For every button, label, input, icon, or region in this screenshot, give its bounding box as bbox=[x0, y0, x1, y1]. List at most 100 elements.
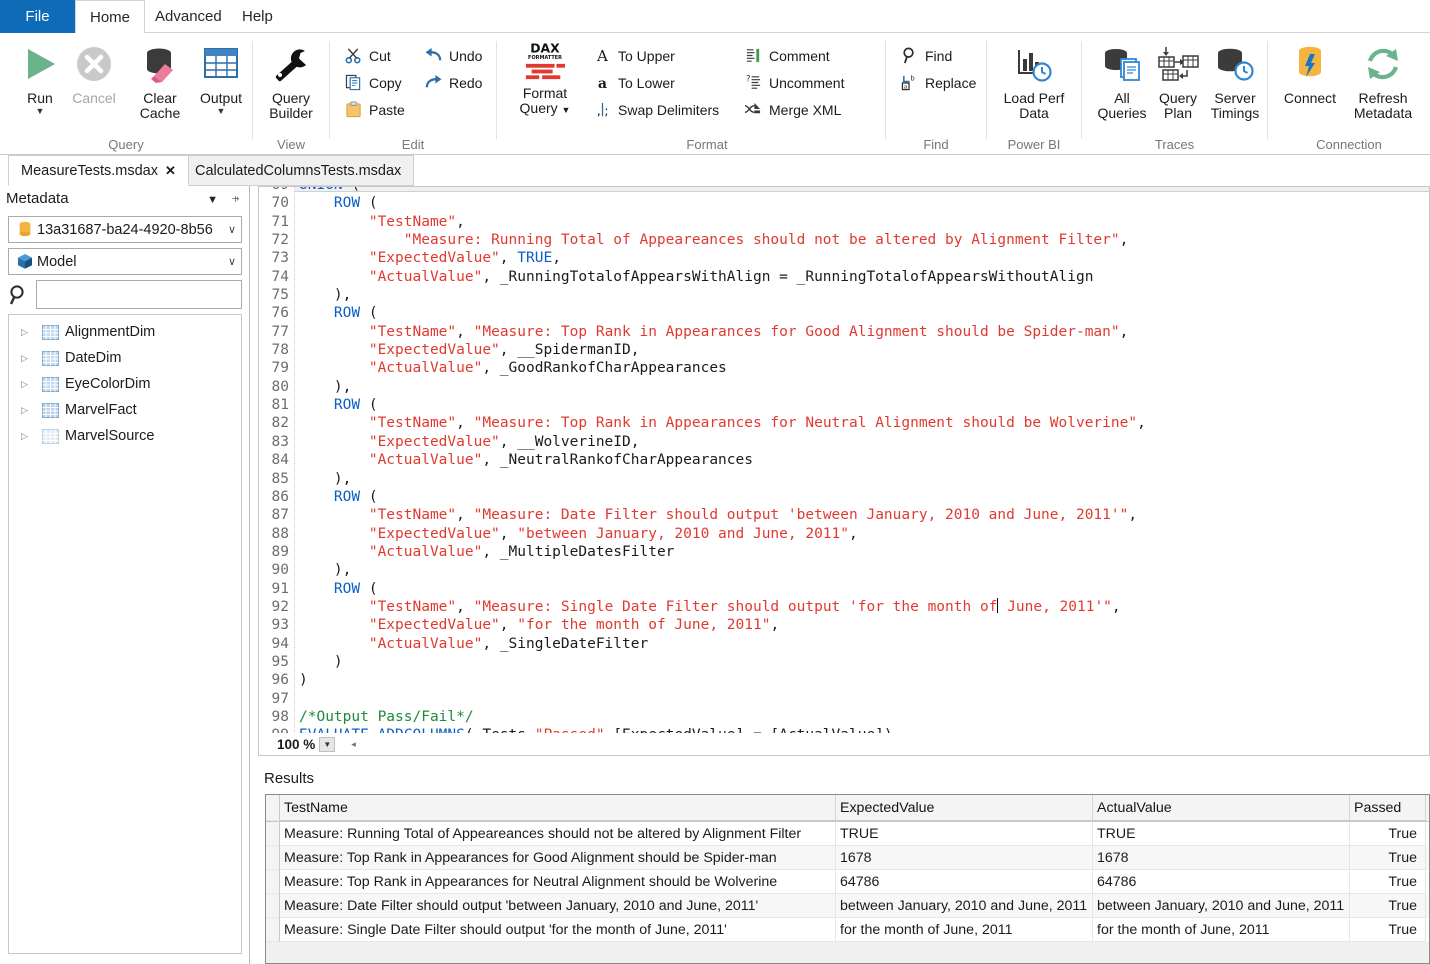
column-header-testname[interactable]: TestName bbox=[280, 795, 836, 821]
tree-item-marvelsource[interactable]: ▷ MarvelSource bbox=[9, 423, 241, 449]
row-header[interactable] bbox=[266, 822, 280, 846]
table-cell-passed[interactable]: True bbox=[1350, 822, 1426, 846]
expander-icon[interactable]: ▷ bbox=[21, 405, 37, 416]
format-query-caret-icon[interactable]: ▼ bbox=[562, 105, 571, 115]
tree-item-datedim[interactable]: ▷ DateDim bbox=[9, 345, 241, 371]
chevron-down-icon[interactable]: ∨ bbox=[223, 223, 241, 236]
results-grid[interactable]: TestNameExpectedValueActualValuePassed Me… bbox=[265, 794, 1430, 964]
output-button[interactable]: Output ▼ bbox=[185, 37, 257, 133]
undo-button[interactable]: Undo bbox=[422, 42, 482, 69]
row-header[interactable] bbox=[266, 846, 280, 870]
column-header-actualvalue[interactable]: ActualValue bbox=[1093, 795, 1350, 821]
uncomment-button[interactable]: ? Uncomment bbox=[742, 69, 844, 96]
table-cell-actualvalue[interactable]: for the month of June, 2011 bbox=[1093, 918, 1350, 942]
expander-icon[interactable]: ▷ bbox=[21, 327, 37, 338]
metadata-tree[interactable]: ▷ AlignmentDim ▷ DateDim ▷ EyeColorDim ▷ bbox=[8, 314, 242, 954]
table-row[interactable]: Measure: Single Date Filter should outpu… bbox=[266, 918, 1430, 942]
table-cell-passed[interactable]: True bbox=[1350, 918, 1426, 942]
connection-select[interactable]: 13a31687-ba24-4920-8b56 ∨ bbox=[8, 216, 242, 243]
format-query-button[interactable]: DAX FORMATTER Format Query ▼ bbox=[509, 37, 581, 133]
comment-button[interactable]: Comment bbox=[742, 42, 830, 69]
tree-item-marvelfact[interactable]: ▷ MarvelFact bbox=[9, 397, 241, 423]
table-cell-passed[interactable]: True bbox=[1350, 894, 1426, 918]
table-cell-testname[interactable]: Measure: Date Filter should output 'betw… bbox=[280, 894, 836, 918]
line-number: 69 bbox=[259, 187, 289, 194]
table-row[interactable]: Measure: Top Rank in Appearances for Neu… bbox=[266, 870, 1430, 894]
code-text: ROW ( bbox=[299, 396, 378, 414]
zoom-dropdown-icon[interactable]: ▼ bbox=[319, 737, 335, 752]
chevron-down-icon[interactable]: ∨ bbox=[223, 255, 241, 268]
replace-button[interactable]: b a Replace bbox=[898, 69, 976, 96]
column-header-passed[interactable]: Passed bbox=[1350, 795, 1426, 821]
table-row[interactable]: Measure: Top Rank in Appearances for Goo… bbox=[266, 846, 1430, 870]
table-cell-actualvalue[interactable]: TRUE bbox=[1093, 822, 1350, 846]
table-cell-testname[interactable]: Measure: Running Total of Appeareances s… bbox=[280, 822, 836, 846]
ribbon-tab-help[interactable]: Help bbox=[228, 0, 287, 33]
column-header-expectedvalue[interactable]: ExpectedValue bbox=[836, 795, 1093, 821]
server-timings-button[interactable]: Server Timings bbox=[1199, 37, 1271, 133]
table-cell-expectedvalue[interactable]: for the month of June, 2011 bbox=[836, 918, 1093, 942]
table-cell-expectedvalue[interactable]: TRUE bbox=[836, 822, 1093, 846]
table-cell-passed[interactable]: True bbox=[1350, 870, 1426, 894]
expander-icon[interactable]: ▷ bbox=[21, 431, 37, 442]
expander-icon[interactable]: ▷ bbox=[21, 379, 37, 390]
row-header[interactable] bbox=[266, 918, 280, 942]
document-tab-calculatedcolumnstests[interactable]: CalculatedColumnsTests.msdax bbox=[182, 155, 414, 186]
line-number: 95 bbox=[259, 653, 289, 671]
table-cell-passed[interactable]: True bbox=[1350, 846, 1426, 870]
to-upper-button[interactable]: A To Upper bbox=[591, 42, 675, 69]
ribbon-group-powerbi: Load Perf Data Power BI bbox=[987, 33, 1081, 155]
ribbon-tab-advanced[interactable]: Advanced bbox=[141, 0, 236, 33]
table-cell-actualvalue[interactable]: between January, 2010 and June, 2011 bbox=[1093, 894, 1350, 918]
row-header[interactable] bbox=[266, 870, 280, 894]
code-area[interactable]: 69UNION (70 ROW (71 "TestName",72 "Measu… bbox=[259, 187, 1430, 734]
to-lower-button[interactable]: a To Lower bbox=[591, 69, 675, 96]
find-button[interactable]: Find bbox=[898, 42, 952, 69]
copy-button[interactable]: Copy bbox=[342, 69, 402, 96]
row-header[interactable] bbox=[266, 894, 280, 918]
line-number: 89 bbox=[259, 543, 289, 561]
ribbon-tab-file[interactable]: File bbox=[0, 0, 75, 33]
table-cell-actualvalue[interactable]: 1678 bbox=[1093, 846, 1350, 870]
load-perf-data-button[interactable]: Load Perf Data bbox=[998, 37, 1070, 133]
cut-button[interactable]: Cut bbox=[342, 42, 391, 69]
tree-item-eyecolordim[interactable]: ▷ EyeColorDim bbox=[9, 371, 241, 397]
line-number: 85 bbox=[259, 470, 289, 488]
refresh-metadata-button[interactable]: Refresh Metadata bbox=[1340, 37, 1426, 133]
query-builder-button[interactable]: Query Builder bbox=[255, 37, 327, 133]
tree-item-alignmentdim[interactable]: ▷ AlignmentDim bbox=[9, 319, 241, 345]
table-cell-expectedvalue[interactable]: between January, 2010 and June, 2011 bbox=[836, 894, 1093, 918]
close-icon[interactable]: ✕ bbox=[165, 163, 176, 178]
expander-icon[interactable]: ▷ bbox=[21, 353, 37, 364]
merge-xml-button[interactable]: Merge XML bbox=[742, 96, 841, 123]
swap-delimiters-button[interactable]: , ; Swap Delimiters bbox=[591, 96, 719, 123]
line-number: 78 bbox=[259, 341, 289, 359]
ribbon-tab-bar: File Home Advanced Help bbox=[0, 0, 1430, 33]
paste-button[interactable]: Paste bbox=[342, 96, 405, 123]
table-cell-testname[interactable]: Measure: Top Rank in Appearances for Goo… bbox=[280, 846, 836, 870]
connect-button[interactable]: Connect bbox=[1274, 37, 1346, 133]
search-input[interactable] bbox=[36, 280, 242, 309]
table-cell-actualvalue[interactable]: 64786 bbox=[1093, 870, 1350, 894]
code-text: ), bbox=[299, 561, 351, 579]
model-select[interactable]: Model ∨ bbox=[8, 248, 242, 275]
hscroll-left-arrow-icon[interactable]: ◂ bbox=[351, 739, 356, 750]
table-row[interactable]: Measure: Running Total of Appeareances s… bbox=[266, 822, 1430, 846]
table-row[interactable]: Measure: Date Filter should output 'betw… bbox=[266, 894, 1430, 918]
line-number: 81 bbox=[259, 396, 289, 414]
code-text: "ActualValue", _RunningTotalofAppearsWit… bbox=[299, 268, 1093, 286]
ribbon-tab-home[interactable]: Home bbox=[75, 0, 145, 34]
metadata-pane-header: Metadata ▼ ⍆ bbox=[0, 186, 250, 214]
table-cell-testname[interactable]: Measure: Top Rank in Appearances for Neu… bbox=[280, 870, 836, 894]
pin-icon[interactable]: ⍆ bbox=[231, 190, 240, 207]
table-cell-testname[interactable]: Measure: Single Date Filter should outpu… bbox=[280, 918, 836, 942]
ribbon-group-query: Run ▼ Cancel Clear bbox=[0, 33, 252, 155]
table-cell-expectedvalue[interactable]: 1678 bbox=[836, 846, 1093, 870]
redo-button[interactable]: Redo bbox=[422, 69, 482, 96]
chevron-down-icon[interactable]: ▼ bbox=[207, 194, 218, 206]
row-header-corner bbox=[266, 795, 280, 821]
code-editor[interactable]: 69UNION (70 ROW (71 "TestName",72 "Measu… bbox=[258, 186, 1430, 756]
document-tab-measuretests[interactable]: MeasureTests.msdax✕ bbox=[8, 155, 189, 186]
table-cell-expectedvalue[interactable]: 64786 bbox=[836, 870, 1093, 894]
output-caret-icon[interactable]: ▼ bbox=[185, 107, 257, 116]
